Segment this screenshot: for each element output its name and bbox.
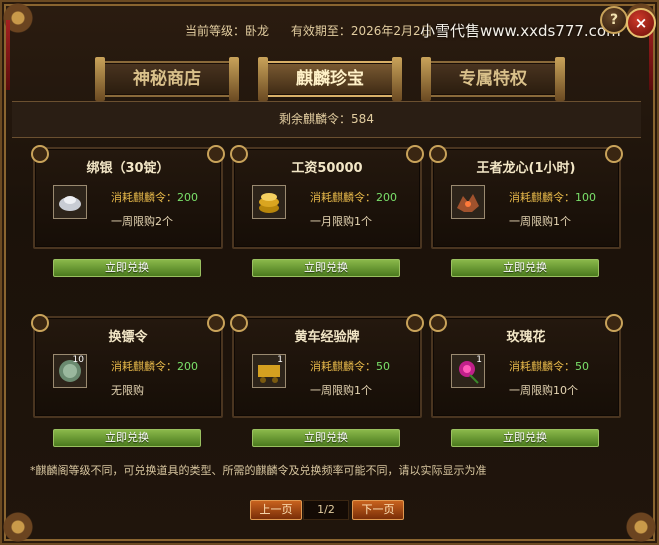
- expiry-date: 有效期至：2026年2月2日: [290, 24, 433, 38]
- item-title: 绑银（30锭）: [86, 161, 170, 176]
- tassel-decoration: [6, 20, 10, 90]
- item-limit: 一周限购1个: [509, 215, 571, 228]
- item-card: 玫瑰花 1 消耗麒麟令：50 一周限购10个: [429, 314, 623, 418]
- item-quantity: 10: [72, 355, 84, 365]
- item-title: 玫瑰花: [506, 330, 546, 345]
- item-limit: 一周限购10个: [509, 384, 578, 397]
- cost-label: 消耗麒麟令：: [509, 360, 575, 373]
- exchange-button[interactable]: 立即兑换: [451, 429, 599, 447]
- exchange-button[interactable]: 立即兑换: [252, 259, 400, 277]
- item-card: 王者龙心(1小时) 消耗麒麟令：100 一周限购1个: [429, 145, 623, 249]
- cost-label: 消耗麒麟令：: [310, 191, 376, 204]
- remaining-tokens-bar: 剩余麒麟令：584: [12, 101, 641, 138]
- item-limit: 一周限购2个: [111, 215, 173, 228]
- item-cost: 消耗麒麟令：200: [111, 189, 198, 205]
- item-cost: 消耗麒麟令：200: [111, 358, 198, 374]
- item-cost: 消耗麒麟令：100: [509, 189, 596, 205]
- close-button[interactable]: ×: [626, 8, 656, 38]
- exchange-button[interactable]: 立即兑换: [451, 259, 599, 277]
- qilin-shop-panel: 当前等级：卧龙 有效期至：2026年2月2日 小雪代售www.xxds777.c…: [0, 0, 659, 545]
- item-card: 绑银（30锭） 消耗麒麟令：200 一周限购2个: [31, 145, 225, 249]
- item-limit: 一月限购1个: [310, 215, 372, 228]
- footnote: *麒麟阁等级不同，可兑换道具的类型、所需的麒麟令及兑换频率可能不同，请以实际显示…: [30, 464, 487, 477]
- item-card: 换镖令 10 消耗麒麟令：200 无限购: [31, 314, 225, 418]
- escort-token-icon[interactable]: 10: [53, 354, 87, 388]
- cost-label: 消耗麒麟令：: [111, 191, 177, 204]
- page-indicator: 1/2: [303, 500, 349, 520]
- item-card: 黄车经验牌 1 消耗麒麟令：50 一周限购1个: [230, 314, 424, 418]
- cost-value: 50: [376, 360, 390, 373]
- status-info: 当前等级：卧龙 有效期至：2026年2月2日: [185, 22, 451, 39]
- item-title: 黄车经验牌: [294, 330, 360, 345]
- item-cost: 消耗麒麟令：50: [310, 358, 390, 374]
- item-limit: 一周限购1个: [310, 384, 372, 397]
- item-quantity: 1: [476, 355, 482, 365]
- item-card: 工资50000 消耗麒麟令：200 一月限购1个: [230, 145, 424, 249]
- item-title: 工资50000: [291, 161, 363, 176]
- tab-exclusive-privilege[interactable]: 专属特权: [421, 57, 565, 101]
- remaining-tokens-label: 剩余麒麟令：584: [279, 112, 374, 126]
- cost-value: 200: [177, 360, 198, 373]
- item-title: 王者龙心(1小时): [476, 161, 576, 176]
- exchange-button[interactable]: 立即兑换: [53, 429, 201, 447]
- exchange-button[interactable]: 立即兑换: [53, 259, 201, 277]
- help-button[interactable]: ?: [600, 6, 628, 34]
- cost-value: 200: [177, 191, 198, 204]
- silver-ingot-icon[interactable]: [53, 185, 87, 219]
- next-page-button[interactable]: 下一页: [352, 500, 404, 520]
- item-cost: 消耗麒麟令：200: [310, 189, 397, 205]
- cost-label: 消耗麒麟令：: [509, 191, 575, 204]
- item-limit: 无限购: [111, 384, 144, 397]
- prev-page-button[interactable]: 上一页: [250, 500, 302, 520]
- cost-value: 50: [575, 360, 589, 373]
- item-cost: 消耗麒麟令：50: [509, 358, 589, 374]
- dragon-heart-icon[interactable]: [451, 185, 485, 219]
- current-level: 当前等级：卧龙: [185, 24, 270, 38]
- item-quantity: 1: [277, 355, 283, 365]
- tab-mystery-shop[interactable]: 神秘商店: [95, 57, 239, 101]
- cost-value: 100: [575, 191, 596, 204]
- corner-ornament: [0, 489, 56, 545]
- cost-value: 200: [376, 191, 397, 204]
- cost-label: 消耗麒麟令：: [111, 360, 177, 373]
- watermark-text: 小雪代售www.xxds777.com: [420, 22, 621, 40]
- corner-ornament: [603, 489, 659, 545]
- tab-qilin-treasure[interactable]: 麒麟珍宝: [258, 57, 402, 101]
- item-title: 换镖令: [108, 330, 148, 345]
- rose-icon[interactable]: 1: [451, 354, 485, 388]
- exchange-button[interactable]: 立即兑换: [252, 429, 400, 447]
- cost-label: 消耗麒麟令：: [310, 360, 376, 373]
- cart-exp-card-icon[interactable]: 1: [252, 354, 286, 388]
- gold-coins-icon[interactable]: [252, 185, 286, 219]
